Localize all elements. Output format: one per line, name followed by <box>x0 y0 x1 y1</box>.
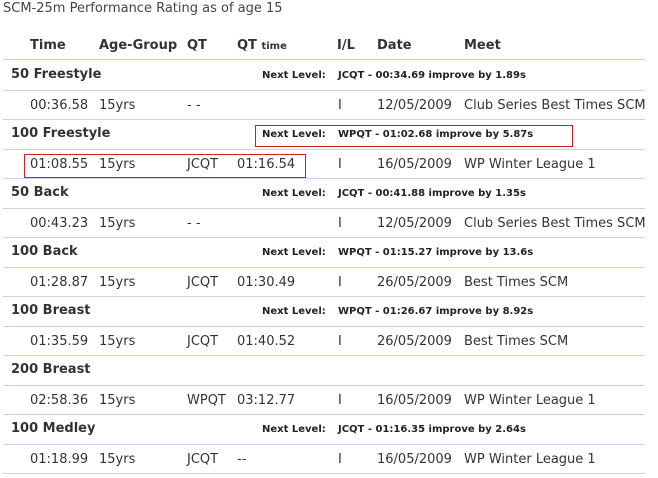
result-date: 26/05/2009 <box>377 334 452 349</box>
result-il: I <box>338 98 342 113</box>
event-name: 100 Breast <box>11 303 91 318</box>
result-time: 01:18.99 <box>30 452 89 467</box>
next-level-text: JCQT - 00:41.88 improve by 1.35s <box>338 188 526 199</box>
result-time: 00:43.23 <box>30 216 89 231</box>
result-age-group: 15yrs <box>99 216 136 231</box>
next-level-label: Next Level: <box>262 247 326 258</box>
event-name: 50 Back <box>11 185 69 200</box>
result-row: 02:58.36 15yrs WPQT 03:12.77 I 16/05/200… <box>3 386 645 414</box>
event-name: 50 Freestyle <box>11 67 102 82</box>
result-age-group: 15yrs <box>99 452 136 467</box>
event-name: 200 Breast <box>11 362 91 377</box>
result-row: 00:43.23 15yrs - - I 12/05/2009 Club Ser… <box>3 209 646 237</box>
next-level-label: Next Level: <box>262 188 326 199</box>
row-divider <box>3 473 645 474</box>
result-date: 16/05/2009 <box>377 157 452 172</box>
event-section: 100 Back Next Level: WPQT - 01:15.27 imp… <box>3 238 645 297</box>
next-level-highlight-box <box>255 125 573 147</box>
result-date: 12/05/2009 <box>377 216 452 231</box>
result-meet: Best Times SCM <box>464 334 569 349</box>
col-header-meet: Meet <box>464 38 501 53</box>
event-name: 100 Freestyle <box>11 126 111 141</box>
result-meet: Club Series Best Times SCM <box>464 216 646 231</box>
page-title: SCM-25m Performance Rating as of age 15 <box>3 1 283 16</box>
event-row: 100 Medley Next Level: JCQT - 01:16.35 i… <box>3 415 645 444</box>
next-level-label: Next Level: <box>262 306 326 317</box>
event-row: 100 Back Next Level: WPQT - 01:15.27 imp… <box>3 238 645 267</box>
result-qt: WPQT <box>187 393 226 408</box>
next-level-text: WPQT - 01:15.27 improve by 13.6s <box>338 247 534 258</box>
result-row: 00:36.58 15yrs - - I 12/05/2009 Club Ser… <box>3 91 646 119</box>
result-qt-time: 01:30.49 <box>237 275 296 290</box>
result-age-group: 15yrs <box>99 98 136 113</box>
result-age-group: 15yrs <box>99 334 136 349</box>
event-row: 100 Breast Next Level: WPQT - 01:26.67 i… <box>3 297 645 326</box>
result-age-group: 15yrs <box>99 275 136 290</box>
result-date: 16/05/2009 <box>377 393 452 408</box>
result-qt-time: -- <box>237 452 247 467</box>
result-il: I <box>338 275 342 290</box>
result-qt: - - <box>187 216 201 231</box>
event-section: 50 Freestyle Next Level: JCQT - 00:34.69… <box>3 61 646 120</box>
event-section: 50 Back Next Level: JCQT - 00:41.88 impr… <box>3 179 646 238</box>
result-date: 12/05/2009 <box>377 98 452 113</box>
next-level-label: Next Level: <box>262 424 326 435</box>
result-il: I <box>338 393 342 408</box>
event-section: 100 Medley Next Level: JCQT - 01:16.35 i… <box>3 415 645 474</box>
result-il: I <box>338 334 342 349</box>
result-meet: Club Series Best Times SCM <box>464 98 646 113</box>
result-time: 01:28.87 <box>30 275 89 290</box>
event-name: 100 Medley <box>11 421 96 436</box>
result-il: I <box>338 452 342 467</box>
col-header-qt: QT <box>187 38 207 53</box>
col-header-qt-time-main: QT <box>237 38 257 53</box>
result-meet: Best Times SCM <box>464 275 569 290</box>
next-level-text: WPQT - 01:26.67 improve by 8.92s <box>338 306 534 317</box>
event-name: 100 Back <box>11 244 78 259</box>
result-time: 00:36.58 <box>30 98 89 113</box>
result-qt: JCQT <box>187 334 219 349</box>
col-header-date: Date <box>377 38 412 53</box>
result-qt-time: 03:12.77 <box>237 393 296 408</box>
next-level-text: JCQT - 01:16.35 improve by 2.64s <box>338 424 526 435</box>
result-meet: WP Winter League 1 <box>464 157 596 172</box>
result-meet: WP Winter League 1 <box>464 393 596 408</box>
col-header-age-group: Age-Group <box>99 38 178 53</box>
col-header-qt-time-small: time <box>261 41 287 52</box>
result-meet: WP Winter League 1 <box>464 452 596 467</box>
result-qt-time: 01:40.52 <box>237 334 296 349</box>
result-age-group: 15yrs <box>99 393 136 408</box>
result-date: 26/05/2009 <box>377 275 452 290</box>
result-il: I <box>338 157 342 172</box>
next-level-label: Next Level: <box>262 70 326 81</box>
next-level-text: JCQT - 00:34.69 improve by 1.89s <box>338 70 526 81</box>
col-header-time: Time <box>30 38 66 53</box>
result-highlight-box <box>24 154 306 178</box>
result-il: I <box>338 216 342 231</box>
col-header-il: I/L <box>337 38 355 53</box>
result-row: 01:35.59 15yrs JCQT 01:40.52 I 26/05/200… <box>3 327 645 355</box>
result-time: 02:58.36 <box>30 393 89 408</box>
event-section: 100 Breast Next Level: WPQT - 01:26.67 i… <box>3 297 645 356</box>
event-section: 200 Breast 02:58.36 15yrs WPQT 03:12.77 … <box>3 356 645 415</box>
event-row: 50 Back Next Level: JCQT - 00:41.88 impr… <box>3 179 645 208</box>
result-qt: JCQT <box>187 452 219 467</box>
event-row: 200 Breast <box>3 356 645 385</box>
result-row: 01:18.99 15yrs JCQT -- I 16/05/2009 WP W… <box>3 445 645 473</box>
result-date: 16/05/2009 <box>377 452 452 467</box>
col-header-qt-time: QT time <box>237 38 287 53</box>
header-divider <box>3 59 645 60</box>
result-row: 01:28.87 15yrs JCQT 01:30.49 I 26/05/200… <box>3 268 645 296</box>
event-row: 50 Freestyle Next Level: JCQT - 00:34.69… <box>3 61 645 90</box>
result-qt: - - <box>187 98 201 113</box>
result-time: 01:35.59 <box>30 334 89 349</box>
result-qt: JCQT <box>187 275 219 290</box>
